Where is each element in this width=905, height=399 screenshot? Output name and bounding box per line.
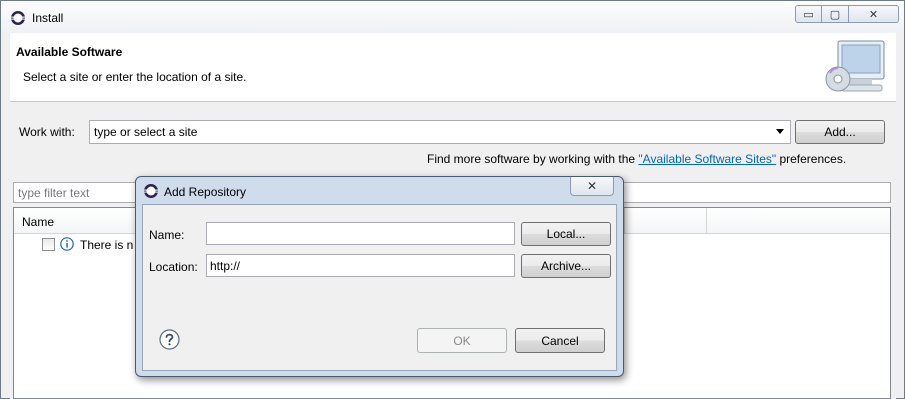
add-button[interactable]: Add... xyxy=(795,120,885,144)
dialog-titlebar[interactable]: Add Repository ✕ xyxy=(136,177,623,205)
monitor-cd-icon xyxy=(825,40,885,92)
dialog-title: Add Repository xyxy=(164,185,247,199)
column-divider[interactable] xyxy=(624,208,625,234)
window-title: Install xyxy=(32,11,64,25)
window-titlebar: Install ▭ ▢ ✕ xyxy=(1,1,904,33)
dialog-close-button[interactable]: ✕ xyxy=(570,177,614,196)
page-title: Available Software xyxy=(16,45,123,59)
info-icon xyxy=(60,237,74,251)
work-with-label: Work with: xyxy=(19,125,75,139)
column-divider[interactable] xyxy=(706,208,707,234)
add-repository-dialog: Add Repository ✕ Name: Local... Location… xyxy=(135,176,624,377)
location-value: http:// xyxy=(210,259,241,273)
eclipse-icon xyxy=(144,184,158,198)
work-with-value: type or select a site xyxy=(94,125,198,139)
eclipse-icon xyxy=(11,11,25,25)
work-with-combo[interactable]: type or select a site xyxy=(89,120,791,144)
header-banner: Available Software Select a site or ente… xyxy=(10,33,896,102)
maximize-button[interactable]: ▢ xyxy=(822,5,849,23)
filter-placeholder: type filter text xyxy=(18,186,90,200)
find-more-text: Find more software by working with the "… xyxy=(427,152,846,166)
local-button[interactable]: Local... xyxy=(521,222,611,246)
row-text: There is n xyxy=(80,238,134,252)
available-sites-link[interactable]: "Available Software Sites" xyxy=(638,152,776,166)
archive-button[interactable]: Archive... xyxy=(521,254,611,278)
minimize-button[interactable]: ▭ xyxy=(795,5,822,23)
ok-button[interactable]: OK xyxy=(417,328,507,353)
name-label: Name: xyxy=(149,228,185,242)
find-more-prefix: Find more software by working with the xyxy=(427,152,639,166)
dialog-body: Name: Local... Location: http:// Archive… xyxy=(142,204,617,371)
column-header-name[interactable]: Name xyxy=(22,215,54,229)
location-field[interactable]: http:// xyxy=(206,254,515,277)
page-subtitle: Select a site or enter the location of a… xyxy=(23,70,247,84)
cancel-button[interactable]: Cancel xyxy=(515,328,605,353)
location-label: Location: xyxy=(149,260,198,274)
name-field[interactable] xyxy=(206,222,515,245)
close-button[interactable]: ✕ xyxy=(849,5,899,23)
find-more-suffix: preferences. xyxy=(776,152,847,166)
chevron-down-icon[interactable] xyxy=(776,129,784,134)
help-icon[interactable] xyxy=(159,329,180,350)
row-checkbox[interactable] xyxy=(42,238,55,251)
